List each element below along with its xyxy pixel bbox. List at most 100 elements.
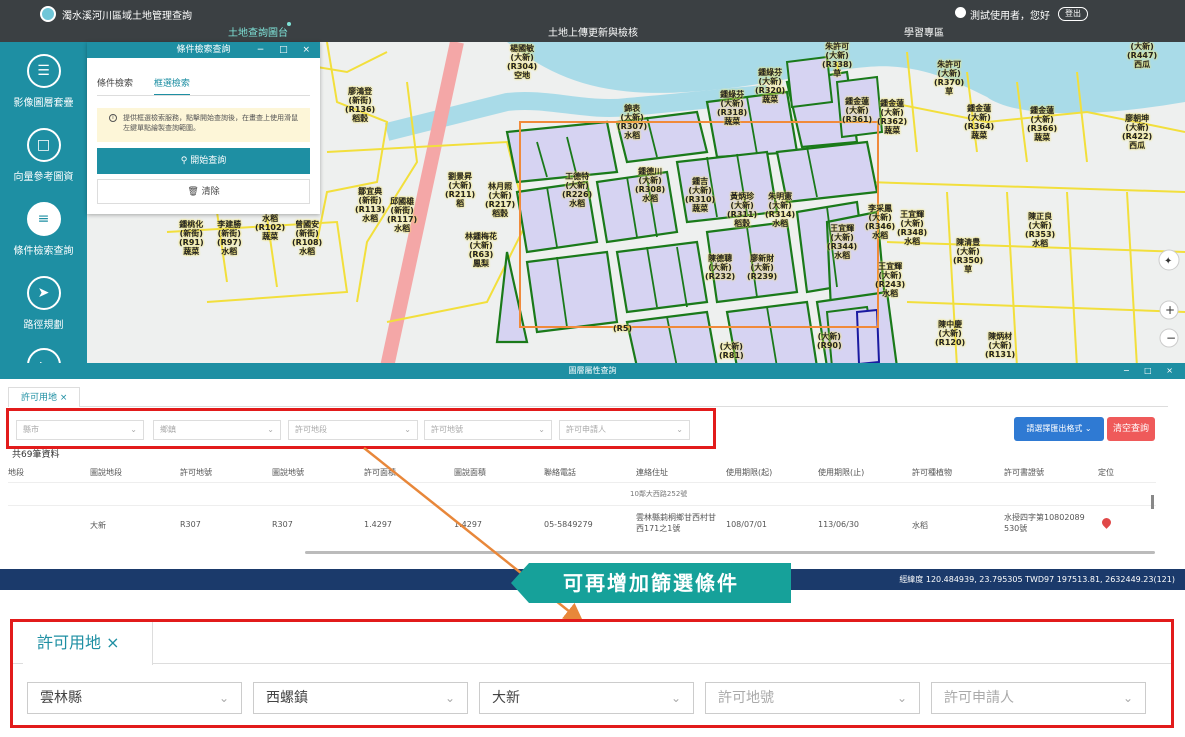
svg-text:−: − xyxy=(1166,331,1176,345)
start-query-button[interactable]: ⚲ 開始查詢 xyxy=(97,148,310,174)
layers-icon: ☰ xyxy=(26,54,61,88)
column-header[interactable]: 圖說面積 xyxy=(454,467,486,478)
select-value: 大新 xyxy=(492,690,520,706)
parcel-label: 鍾金蓮 (大新) (R364) 蔬菜 xyxy=(964,104,995,140)
tab-box-search[interactable]: 框選檢索 xyxy=(153,76,190,96)
column-header[interactable]: 許可地號 xyxy=(180,467,212,478)
table-row[interactable]: 大新 R307 R307 1.4297 1.4297 05-5849279 雲林… xyxy=(8,505,1156,547)
tab-bar: 條件檢索 框選檢索 xyxy=(97,76,208,96)
user-icon xyxy=(955,7,966,18)
parcel-label: (大新) (R447) 西瓜 xyxy=(1127,42,1158,69)
route-icon: ➤ xyxy=(26,276,61,310)
horizontal-scrollbar[interactable] xyxy=(305,551,1155,554)
parcel-label: 鍾桃化 (新街) (R91) 蔬菜 xyxy=(179,220,204,256)
column-header[interactable]: 許可種植物 xyxy=(912,467,952,478)
layer-tab-strip: 許可用地 × xyxy=(8,387,1168,407)
parcel-label: 鍾金蓮 (大新) (R362) 蔬菜 xyxy=(877,99,908,135)
locate-pin-icon[interactable] xyxy=(1100,516,1113,529)
parcel-label: 陳炳材 (大新) (R131) xyxy=(985,332,1016,359)
vertical-scrollbar[interactable] xyxy=(1151,495,1154,509)
parcel-label: 水稻 (R102) 蔬菜 xyxy=(255,214,286,241)
column-header[interactable]: 許可書證號 xyxy=(1004,467,1044,478)
attr-panel-header: 圖層屬性查詢 − □ × xyxy=(0,363,1185,379)
app-screenshot: 濁水溪河川區域土地管理查詢 土地查詢圖台 土地上傳更新與檢核 學習專區 測試使用… xyxy=(0,0,1185,590)
parcel-label: 鍾德川 (大新) (R308) 水稻 xyxy=(635,167,666,203)
parcel-label: 林鍾梅花 (大新) (R63) 鳳梨 xyxy=(465,232,497,268)
parcel-label: 廖新財 (大新) (R239) xyxy=(747,254,778,281)
svg-text:+: + xyxy=(1165,303,1175,317)
chevron-down-icon: ⌄ xyxy=(670,691,681,705)
column-header[interactable]: 使用期限(止) xyxy=(818,467,864,478)
column-header[interactable]: 連絡住址 xyxy=(636,467,668,478)
user-greeting: 測試使用者，您好 xyxy=(970,11,1050,22)
sidebar-item-layers[interactable]: ☰ 影像圖層套疊 xyxy=(0,54,87,109)
tab-permit-land[interactable]: 許可用地 × xyxy=(8,387,81,407)
sidebar-item-route[interactable]: ➤ 路徑規劃 xyxy=(0,276,87,331)
select-placeholder: 許可地號 xyxy=(718,690,774,706)
parcel-label: (大新) (R90) xyxy=(817,332,842,350)
file-icon: □ xyxy=(26,128,61,162)
parcel-label: 朱許可 (大新) (R338) 草 xyxy=(822,42,853,78)
table-cell: 1.4297 xyxy=(364,520,392,529)
zoom-county-select[interactable]: 雲林縣 ⌄ xyxy=(27,682,242,714)
parcel-label: 朱明憲 (大新) (R314) 水稻 xyxy=(765,192,796,228)
table-cell: R307 xyxy=(272,520,293,529)
column-header[interactable]: 聯絡電話 xyxy=(544,467,576,478)
zoom-section-select[interactable]: 大新 ⌄ xyxy=(479,682,694,714)
info-box: i 提供框選檢索服務，點擊開始查詢後，在畫查上使用滑鼠左鍵單點繪製查詢範圍。 xyxy=(97,108,310,142)
column-header[interactable]: 許可面積 xyxy=(364,467,396,478)
table-cell: 1.4297 xyxy=(454,520,482,529)
nav-learning[interactable]: 學習專區 xyxy=(904,24,944,39)
clear-button[interactable]: 🗑 清除 xyxy=(97,179,310,204)
window-controls[interactable]: − □ × xyxy=(257,42,316,58)
parcel-label: 黃炳珍 (大新) (R311) 稻穀 xyxy=(727,192,758,228)
column-header[interactable]: 定位 xyxy=(1098,467,1114,478)
close-icon[interactable]: × xyxy=(60,393,68,403)
export-format-button[interactable]: 請選擇匯出格式 ⌄ xyxy=(1014,417,1104,441)
parcel-label: 朱許可 (大新) (R370) 草 xyxy=(934,60,965,96)
trash-icon: 🗑 xyxy=(187,187,202,197)
parcel-label: 錦表 (大新) (R307) 水稻 xyxy=(617,104,648,140)
select-value: 西螺鎮 xyxy=(266,690,308,706)
select-placeholder: 許可申請人 xyxy=(944,690,1014,706)
parcel-label: (R5) xyxy=(613,324,633,333)
parcel-label: 陳正良 (大新) (R353) 水稻 xyxy=(1025,212,1056,248)
clear-query-button[interactable]: 清空查詢 xyxy=(1107,417,1155,441)
column-header[interactable]: 地段 xyxy=(8,467,24,478)
column-header[interactable]: 使用期限(起) xyxy=(726,467,772,478)
truncated-cell: 10鄰大西路252號 xyxy=(630,490,688,498)
zoom-tab-permit-land[interactable]: 許可用地 × xyxy=(23,622,153,665)
nav-map-query[interactable]: 土地查詢圖台 xyxy=(228,24,288,39)
zoom-detail: 許可用地 × 雲林縣 ⌄ 西螺鎮 ⌄ 大新 ⌄ 許可地號 ⌄ 許可申請人 ⌄ xyxy=(10,619,1174,728)
parcel-label: 鍾金蓮 (大新) (R366) 蔬菜 xyxy=(1027,106,1058,142)
clear-label: 清除 xyxy=(201,187,220,197)
parcel-label: 廖朝坤 (大新) (R422) 西瓜 xyxy=(1122,114,1153,150)
logo-icon xyxy=(40,6,56,22)
parcel-label: 陳德聰 (大新) (R232) xyxy=(705,254,736,281)
column-header[interactable]: 圖說地號 xyxy=(272,467,304,478)
active-dot-icon xyxy=(287,22,291,26)
parcel-label: 劉景昇 (大新) (R211) 稻 xyxy=(445,172,476,208)
sidebar-item-label: 向量參考圖資 xyxy=(13,172,74,183)
app-title: 濁水溪河川區域土地管理查詢 xyxy=(62,11,192,22)
chevron-down-icon: ⌄ xyxy=(218,691,229,705)
chevron-down-icon: ⌄ xyxy=(896,691,907,705)
logout-button[interactable]: 登出 xyxy=(1058,7,1088,21)
sidebar-item-vector[interactable]: □ 向量參考圖資 xyxy=(0,128,87,183)
zoom-township-select[interactable]: 西螺鎮 ⌄ xyxy=(253,682,468,714)
table-cell: 大新 xyxy=(90,521,106,530)
window-controls[interactable]: − □ × xyxy=(1123,363,1179,379)
zoom-applicant-select[interactable]: 許可申請人 ⌄ xyxy=(931,682,1146,714)
zoom-lot-select[interactable]: 許可地號 ⌄ xyxy=(705,682,920,714)
parcel-label: 鍾吉 (大新) (R310) 蔬菜 xyxy=(685,177,716,213)
tab-condition-search[interactable]: 條件檢索 xyxy=(97,76,133,94)
nav-upload-check[interactable]: 土地上傳更新與檢核 xyxy=(548,24,638,39)
tab-divider xyxy=(97,95,310,96)
parcel-label: (大新) (R81) xyxy=(719,342,744,360)
highlight-box xyxy=(6,408,716,449)
parcel-label: 李建勝 (新街) (R97) 水稻 xyxy=(217,220,242,256)
sidebar-item-filter-search[interactable]: ≡ 條件檢索查詢 xyxy=(0,202,87,257)
column-header[interactable]: 圖說地段 xyxy=(90,467,122,478)
table-cell: R307 xyxy=(180,520,201,529)
table-cell: 水稻 xyxy=(912,521,928,530)
